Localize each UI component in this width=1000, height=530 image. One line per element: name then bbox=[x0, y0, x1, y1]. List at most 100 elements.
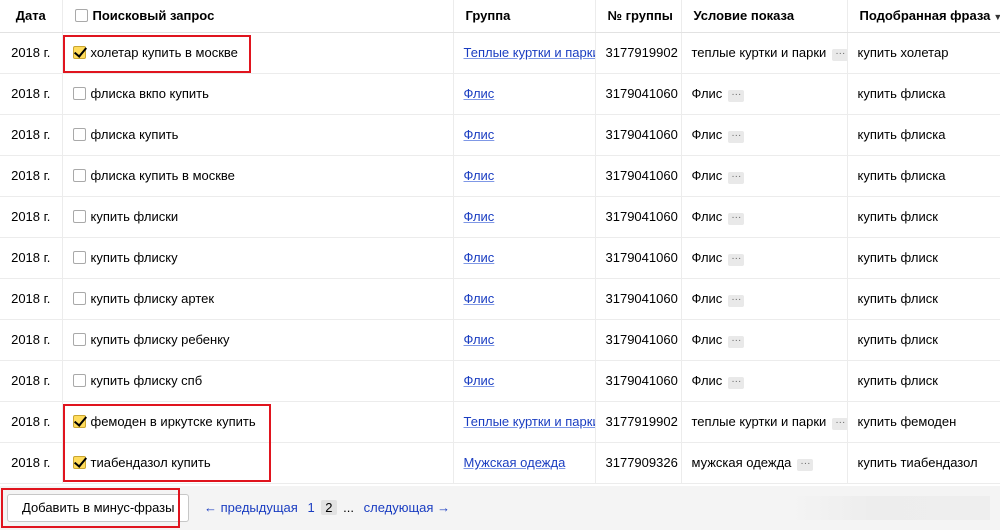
row-checkbox[interactable] bbox=[72, 169, 86, 182]
query-cell: фемоден в иркутске купить bbox=[61, 401, 453, 443]
group-link[interactable]: Теплые куртки и парки bbox=[464, 45, 596, 60]
condition-cell: Флис ··· bbox=[680, 360, 847, 402]
query-text: купить флиску артек bbox=[90, 291, 215, 306]
table-row: 2018 г. флиска вкпо купить Флис 3179041060 Ф… bbox=[0, 73, 1000, 115]
query-cell: флиска вкпо купить bbox=[61, 73, 453, 115]
row-checkbox[interactable] bbox=[72, 210, 86, 223]
query-text: холетар купить в москве bbox=[90, 45, 238, 60]
condition-cell: Флис ··· bbox=[680, 73, 847, 115]
search-queries-table: Дата Поисковый запрос Группа № группы Ус… bbox=[0, 0, 1000, 484]
query-cell: купить флиску ребенку bbox=[61, 319, 453, 361]
column-header-date[interactable]: Дата bbox=[0, 0, 62, 33]
date-cell: 2018 г. bbox=[0, 360, 62, 402]
phrase-cell: купить флиска bbox=[846, 155, 1000, 197]
condition-text: мужская одежда bbox=[691, 454, 792, 470]
column-header-condition[interactable]: Условие показа bbox=[680, 0, 847, 33]
phrase-cell: купить флиск bbox=[846, 319, 1000, 361]
more-options-button[interactable]: ··· bbox=[832, 48, 847, 61]
more-options-button[interactable]: ··· bbox=[728, 376, 745, 389]
pagination: ← предыдущая 1 2 ... следующая → bbox=[204, 500, 450, 515]
group-link[interactable]: Флис bbox=[464, 209, 495, 224]
query-cell: флиска купить bbox=[61, 114, 453, 156]
next-page-link[interactable]: следующая → bbox=[364, 500, 450, 515]
group-link[interactable]: Флис bbox=[464, 168, 495, 183]
group-number-cell: 3179041060 bbox=[594, 73, 681, 115]
row-checkbox[interactable] bbox=[72, 87, 86, 100]
more-options-button[interactable]: ··· bbox=[832, 417, 847, 430]
table-row: 2018 г. фемоден в иркутске купить Теплые к… bbox=[0, 401, 1000, 443]
group-number-cell: 3177909326 bbox=[594, 442, 681, 484]
group-link[interactable]: Флис bbox=[464, 332, 495, 347]
add-to-negative-phrases-button[interactable]: Добавить в минус-фразы bbox=[7, 494, 190, 522]
group-cell: Флис bbox=[452, 155, 595, 197]
query-cell: купить флиску bbox=[61, 237, 453, 279]
group-link[interactable]: Флис bbox=[464, 127, 495, 142]
group-cell: Флис bbox=[452, 73, 595, 115]
group-link[interactable]: Флис bbox=[464, 291, 495, 306]
more-options-button[interactable]: ··· bbox=[797, 458, 814, 471]
date-cell: 2018 г. bbox=[0, 401, 62, 443]
group-cell: Флис bbox=[452, 196, 595, 238]
condition-text: Флис bbox=[691, 249, 723, 265]
row-checkbox[interactable] bbox=[72, 128, 86, 141]
table-row: 2018 г. купить флиски Флис 3179041060 Флис ··… bbox=[0, 196, 1000, 238]
query-cell: тиабендазол купить bbox=[61, 442, 453, 484]
group-number-cell: 3179041060 bbox=[594, 319, 681, 361]
page-1-link[interactable]: 1 bbox=[307, 500, 314, 515]
condition-text: Флис bbox=[691, 85, 723, 101]
phrase-cell: купить флиск bbox=[846, 360, 1000, 402]
table-row: 2018 г. купить флиску ребенку Флис 31790410… bbox=[0, 319, 1000, 361]
row-checkbox[interactable] bbox=[72, 333, 86, 346]
condition-cell: мужская одежда ··· bbox=[680, 442, 847, 484]
table-header: Дата Поисковый запрос Группа № группы Ус… bbox=[0, 0, 1000, 33]
row-checkbox[interactable] bbox=[72, 251, 86, 264]
group-link[interactable]: Флис bbox=[464, 373, 495, 388]
column-header-phrase[interactable]: Подобранная фраза ▼ bbox=[846, 0, 1000, 33]
condition-text: Флис bbox=[691, 290, 723, 306]
row-checkbox[interactable] bbox=[72, 415, 86, 428]
row-checkbox[interactable] bbox=[72, 292, 86, 305]
query-text: фемоден в иркутске купить bbox=[90, 414, 256, 429]
prev-page-link[interactable]: ← предыдущая bbox=[204, 500, 298, 515]
row-checkbox[interactable] bbox=[72, 46, 86, 59]
column-header-group[interactable]: Группа bbox=[452, 0, 595, 33]
more-options-button[interactable]: ··· bbox=[728, 89, 745, 102]
condition-cell: Флис ··· bbox=[680, 114, 847, 156]
blurred-area bbox=[790, 496, 990, 520]
more-options-button[interactable]: ··· bbox=[728, 294, 745, 307]
date-cell: 2018 г. bbox=[0, 319, 62, 361]
query-cell: купить флиску артек bbox=[61, 278, 453, 320]
group-cell: Флис bbox=[452, 360, 595, 402]
row-checkbox[interactable] bbox=[72, 456, 86, 469]
phrase-cell: купить флиска bbox=[846, 73, 1000, 115]
more-options-button[interactable]: ··· bbox=[728, 171, 745, 184]
column-header-query[interactable]: Поисковый запрос bbox=[61, 0, 453, 33]
group-number-cell: 3179041060 bbox=[594, 114, 681, 156]
table-row: 2018 г. флиска купить Флис 3179041060 Флис ··… bbox=[0, 114, 1000, 156]
condition-cell: теплые куртки и парки ··· bbox=[680, 32, 847, 74]
more-options-button[interactable]: ··· bbox=[728, 253, 745, 266]
group-cell: Флис bbox=[452, 237, 595, 279]
more-options-button[interactable]: ··· bbox=[728, 335, 745, 348]
more-options-button[interactable]: ··· bbox=[728, 130, 745, 143]
group-number-cell: 3179041060 bbox=[594, 155, 681, 197]
row-checkbox[interactable] bbox=[72, 374, 86, 387]
condition-text: Флис bbox=[691, 331, 723, 347]
group-link[interactable]: Теплые куртки и парки bbox=[464, 414, 596, 429]
column-header-group-number[interactable]: № группы bbox=[594, 0, 681, 33]
select-all-checkbox[interactable] bbox=[74, 9, 88, 23]
query-text: купить флиску bbox=[90, 250, 178, 265]
date-cell: 2018 г. bbox=[0, 155, 62, 197]
group-cell: Теплые куртки и парки bbox=[452, 401, 596, 443]
group-number-cell: 3179041060 bbox=[594, 360, 681, 402]
more-options-button[interactable]: ··· bbox=[728, 212, 745, 225]
group-link[interactable]: Флис bbox=[464, 250, 495, 265]
group-number-cell: 3179041060 bbox=[594, 196, 681, 238]
group-link[interactable]: Мужская одежда bbox=[464, 455, 566, 470]
query-cell: купить флиски bbox=[61, 196, 453, 238]
condition-text: Флис bbox=[691, 126, 723, 142]
query-text: купить флиски bbox=[90, 209, 179, 224]
triangle-down-icon[interactable]: ▼ bbox=[993, 12, 1000, 22]
group-link[interactable]: Флис bbox=[464, 86, 495, 101]
condition-text: Флис bbox=[691, 167, 723, 183]
